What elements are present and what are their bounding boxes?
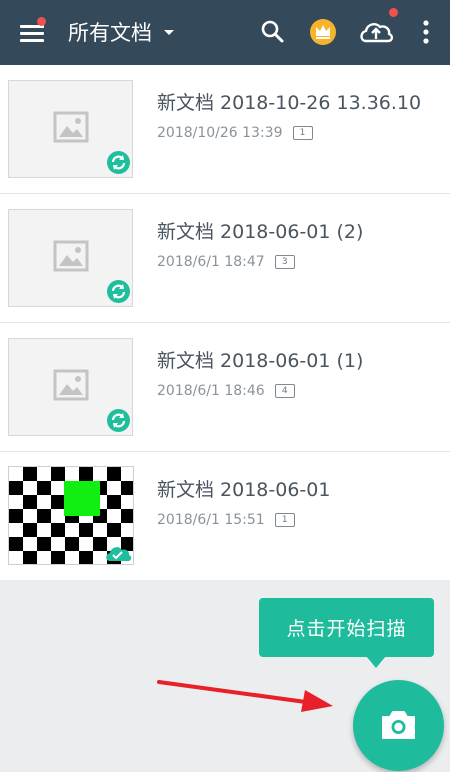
page-count-badge: 4 — [274, 384, 295, 398]
page-title: 所有文档 — [68, 21, 152, 45]
cloud-check-icon — [106, 547, 132, 561]
tooltip-text: 点击开始扫描 — [286, 618, 407, 640]
chevron-down-icon — [164, 29, 174, 35]
sync-icon — [107, 280, 130, 303]
more-vert-icon — [423, 20, 429, 44]
document-name: 新文档 2018-10-26 13.36.10 — [157, 92, 422, 114]
image-placeholder-icon — [53, 240, 89, 272]
sync-icon — [107, 409, 130, 432]
menu-icon-line — [20, 39, 44, 42]
document-meta: 2018/6/1 18:47 3 — [157, 254, 295, 270]
menu-icon-line — [20, 32, 44, 35]
page-count-badge: 1 — [292, 126, 313, 140]
search-icon — [261, 20, 284, 43]
document-thumbnail — [8, 338, 133, 436]
notification-dot — [37, 17, 46, 26]
crown-icon — [310, 19, 336, 45]
list-item[interactable]: 新文档 2018-06-01 2018/6/1 15:51 1 — [0, 452, 450, 580]
search-button[interactable] — [256, 15, 290, 49]
notification-dot — [389, 8, 398, 17]
document-date: 2018/6/1 18:46 — [157, 383, 265, 399]
list-item[interactable]: 新文档 2018-06-01 (1) 2018/6/1 18:46 4 — [0, 323, 450, 452]
page-count-badge: 1 — [274, 513, 295, 527]
cloud-upload-button[interactable] — [357, 15, 395, 49]
image-placeholder-icon — [53, 111, 89, 143]
document-date: 2018/6/1 18:47 — [157, 254, 265, 270]
camera-icon — [382, 711, 415, 739]
document-meta: 2018/6/1 18:46 4 — [157, 383, 295, 399]
cloud-upload-icon — [360, 23, 394, 43]
scan-camera-button[interactable] — [353, 680, 444, 771]
sync-icon — [107, 151, 130, 174]
document-name: 新文档 2018-06-01 (1) — [157, 350, 364, 372]
app-bar: 所有文档 — [0, 0, 450, 65]
document-meta: 2018/6/1 15:51 1 — [157, 512, 295, 528]
document-name: 新文档 2018-06-01 — [157, 479, 331, 501]
more-button[interactable] — [412, 15, 440, 49]
document-name: 新文档 2018-06-01 (2) — [157, 221, 364, 243]
document-date: 2018/6/1 15:51 — [157, 512, 265, 528]
page-count-badge: 3 — [274, 255, 295, 269]
scan-tooltip: 点击开始扫描 — [259, 598, 434, 657]
document-thumbnail — [8, 466, 134, 565]
list-item[interactable]: 新文档 2018-10-26 13.36.10 2018/10/26 13:39… — [0, 65, 450, 194]
document-meta: 2018/10/26 13:39 1 — [157, 125, 313, 141]
document-thumbnail — [8, 209, 133, 307]
tooltip-pointer — [366, 656, 386, 668]
image-placeholder-icon — [53, 369, 89, 401]
annotation-arrow-icon — [157, 680, 333, 712]
thumbnail-content — [64, 481, 100, 516]
document-thumbnail — [8, 80, 133, 178]
folder-selector[interactable]: 所有文档 — [68, 16, 174, 48]
document-date: 2018/10/26 13:39 — [157, 125, 283, 141]
list-item[interactable]: 新文档 2018-06-01 (2) 2018/6/1 18:47 3 — [0, 194, 450, 323]
premium-button[interactable] — [306, 15, 340, 49]
document-list: 新文档 2018-10-26 13.36.10 2018/10/26 13:39… — [0, 65, 450, 580]
